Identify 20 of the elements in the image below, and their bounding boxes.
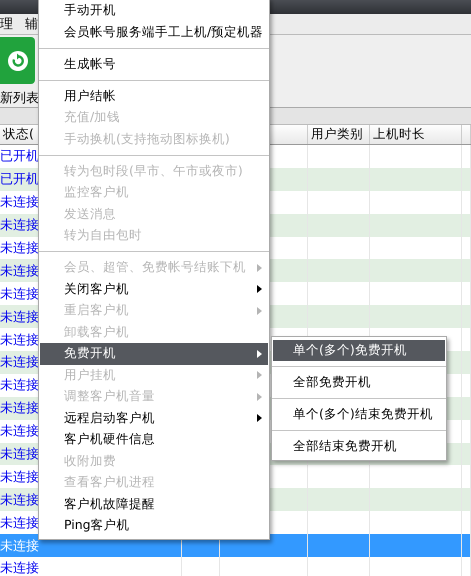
status-cell-text: 未连接 — [0, 286, 39, 303]
status-cell-text: 未连接 — [0, 446, 39, 464]
refresh-label: 新列表 — [0, 90, 39, 107]
status-cell-text: 未连接 — [0, 400, 39, 418]
status-cell-text: 未连接 — [0, 332, 39, 349]
status-cell-text: 未连接 — [0, 308, 39, 326]
status-cell-text: 未连接 — [0, 560, 39, 576]
status-cell-text: 未连接 — [0, 377, 39, 394]
status-cell-text: 已开机 — [0, 171, 39, 188]
status-cell-text: 未连接 — [0, 468, 39, 486]
status-cell-text: 未连接 — [0, 538, 39, 555]
status-cell-text: 未连接 — [0, 492, 39, 509]
status-cell-text: 未连接 — [0, 262, 39, 280]
status-cell-text: 未连接 — [0, 423, 39, 440]
status-cell-text: 已开机 — [0, 148, 39, 166]
status-cell-text: 未连接 — [0, 240, 39, 257]
status-cell-text: 未连接 — [0, 194, 39, 212]
status-cell-text: 未连接 — [0, 354, 39, 372]
status-cell-text: 未连接 — [0, 217, 39, 234]
status-cell-text: 未连接 — [0, 514, 39, 532]
